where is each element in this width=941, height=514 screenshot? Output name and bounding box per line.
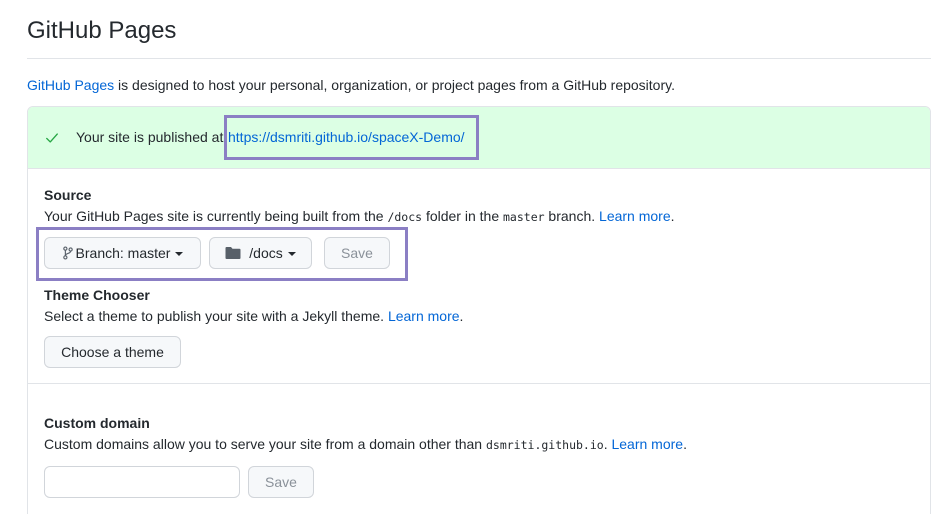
git-branch-icon — [62, 246, 73, 260]
custom-domain-input[interactable] — [44, 466, 240, 498]
pages-settings-box: Your site is published at https://dsmrit… — [27, 106, 931, 514]
published-url-link[interactable]: https://dsmriti.github.io/spaceX-Demo/ — [228, 129, 465, 145]
source-learn-more-link[interactable]: Learn more — [599, 208, 671, 224]
folder-code: /docs — [387, 210, 423, 224]
theme-desc-end: . — [459, 308, 464, 324]
branch-code: master — [503, 210, 545, 224]
intro-body: is designed to host your personal, organ… — [114, 77, 675, 93]
source-heading: Source — [44, 187, 92, 203]
custom-domain-desc-end: . — [683, 436, 687, 452]
source-desc-text-3: branch. — [544, 208, 600, 224]
source-save-button[interactable]: Save — [324, 237, 390, 269]
custom-domain-description: Custom domains allow you to serve your s… — [44, 436, 687, 452]
chevron-down-icon — [287, 252, 296, 256]
page-title: GitHub Pages — [27, 17, 177, 44]
custom-domain-save-button[interactable]: Save — [248, 466, 314, 498]
published-banner: Your site is published at https://dsmrit… — [28, 107, 930, 169]
custom-domain-desc-text: Custom domains allow you to serve your s… — [44, 436, 486, 452]
source-desc-text: Your GitHub Pages site is currently bein… — [44, 208, 388, 224]
chevron-down-icon — [175, 252, 184, 256]
source-desc-end: . — [670, 208, 675, 224]
theme-desc-text: Select a theme to publish your site with… — [44, 308, 388, 324]
custom-domain-heading: Custom domain — [44, 415, 150, 431]
folder-select-button[interactable]: /docs — [209, 237, 312, 269]
source-desc-text-2: folder in the — [422, 208, 503, 224]
theme-description: Select a theme to publish your site with… — [44, 308, 463, 324]
github-pages-link[interactable]: GitHub Pages — [27, 77, 114, 93]
domain-code: dsmriti.github.io — [485, 438, 604, 452]
section-divider — [28, 383, 930, 384]
custom-domain-learn-more-link[interactable]: Learn more — [611, 436, 683, 452]
branch-select-label: Branch: master — [75, 245, 171, 261]
source-description: Your GitHub Pages site is currently bein… — [44, 208, 675, 224]
theme-learn-more-link[interactable]: Learn more — [388, 308, 460, 324]
published-text: Your site is published at — [76, 129, 224, 145]
title-divider — [27, 58, 931, 59]
branch-select-button[interactable]: Branch: master — [44, 237, 201, 269]
choose-theme-button[interactable]: Choose a theme — [44, 336, 181, 368]
check-icon — [46, 133, 58, 143]
folder-icon — [225, 247, 241, 259]
intro-text: GitHub Pages is designed to host your pe… — [27, 77, 675, 93]
folder-select-label: /docs — [249, 245, 283, 261]
theme-heading: Theme Chooser — [44, 287, 150, 303]
